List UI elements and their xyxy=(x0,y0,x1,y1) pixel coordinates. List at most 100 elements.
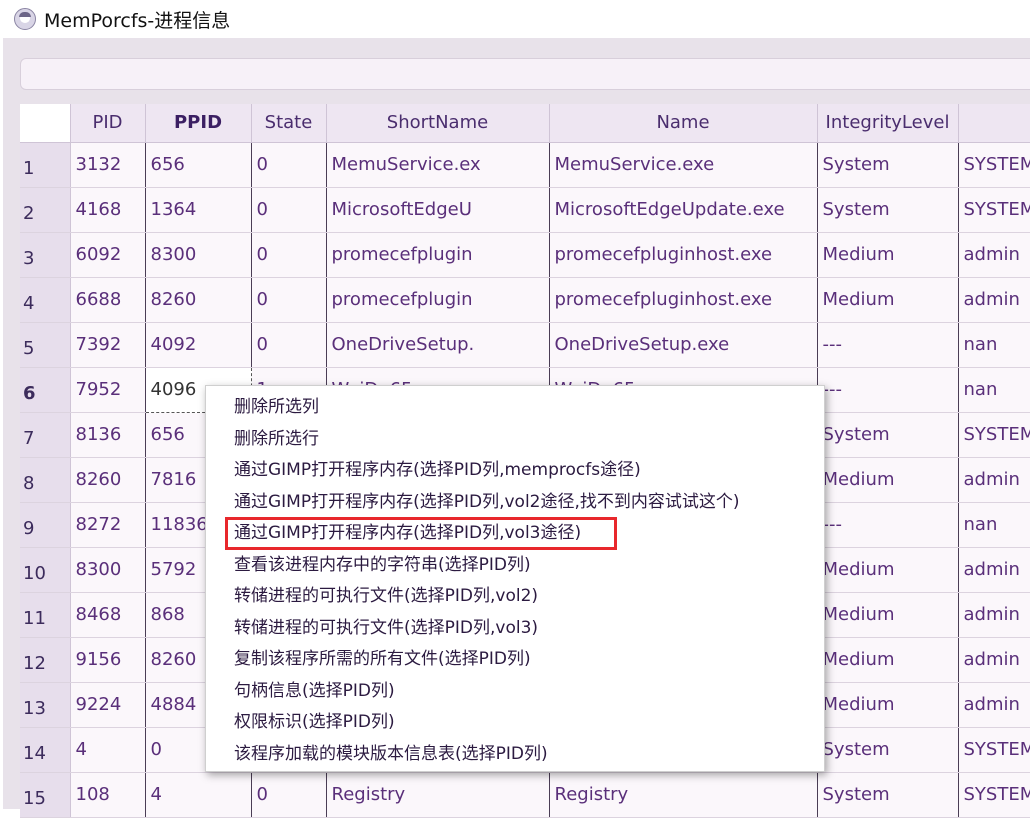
row-header[interactable]: 10 xyxy=(20,547,71,593)
column-header-integritylevel[interactable]: IntegrityLevel xyxy=(817,104,959,143)
cell-user[interactable]: nan xyxy=(958,322,1030,368)
context-menu-item[interactable]: 转储进程的可执行文件(选择PID列,vol3) xyxy=(206,613,824,645)
context-menu-item[interactable]: 通过GIMP打开程序内存(选择PID列,vol2途径,找不到内容试试这个) xyxy=(206,487,824,519)
filter-input[interactable] xyxy=(20,58,1030,90)
row-header[interactable]: 8 xyxy=(20,457,71,503)
cell-pid[interactable]: 8136 xyxy=(70,412,146,458)
cell-shortname[interactable]: Registry xyxy=(326,772,550,818)
cell-pid[interactable]: 3132 xyxy=(70,142,146,188)
cell-shortname[interactable]: MicrosoftEdgeU xyxy=(326,187,550,233)
cell-user[interactable]: admin xyxy=(958,547,1030,593)
column-header-ppid[interactable]: PPID xyxy=(145,104,252,143)
context-menu-item[interactable]: 复制该程序所需的所有文件(选择PID列) xyxy=(206,644,824,676)
cell-user[interactable]: admin xyxy=(958,277,1030,323)
cell-shortname[interactable]: MemuService.ex xyxy=(326,142,550,188)
cell-integrity[interactable]: System xyxy=(817,727,959,773)
cell-integrity[interactable]: Medium xyxy=(817,277,959,323)
cell-pid[interactable]: 108 xyxy=(70,772,146,818)
cell-pid[interactable]: 4168 xyxy=(70,187,146,233)
cell-user[interactable]: SYSTEM xyxy=(958,772,1030,818)
cell-name[interactable]: promecefpluginhost.exe xyxy=(549,232,818,278)
cell-integrity[interactable]: --- xyxy=(817,322,959,368)
cell-pid[interactable]: 9156 xyxy=(70,637,146,683)
cell-user[interactable]: SYSTEM xyxy=(958,142,1030,188)
row-header[interactable]: 15 xyxy=(20,772,71,818)
row-header[interactable]: 3 xyxy=(20,232,71,278)
cell-user[interactable]: SYSTEM xyxy=(958,412,1030,458)
table-row[interactable]: 3 6092 8300 0 promecefplugin promecefpluginho… xyxy=(20,232,1030,278)
cell-ppid[interactable]: 656 xyxy=(145,142,252,188)
cell-integrity[interactable]: Medium xyxy=(817,232,959,278)
cell-state[interactable]: 0 xyxy=(251,232,327,278)
cell-pid[interactable]: 8272 xyxy=(70,502,146,548)
row-header[interactable]: 1 xyxy=(20,142,71,188)
cell-name[interactable]: MicrosoftEdgeUpdate.exe xyxy=(549,187,818,233)
cell-ppid[interactable]: 8260 xyxy=(145,277,252,323)
cell-integrity[interactable]: System xyxy=(817,187,959,233)
context-menu-item[interactable]: 该程序加载的模块版本信息表(选择PID列) xyxy=(206,739,824,771)
column-header-user[interactable] xyxy=(958,104,1030,143)
cell-state[interactable]: 0 xyxy=(251,277,327,323)
cell-ppid[interactable]: 4092 xyxy=(145,322,252,368)
row-header[interactable]: 11 xyxy=(20,592,71,638)
cell-pid[interactable]: 6092 xyxy=(70,232,146,278)
context-menu-item[interactable]: 句柄信息(选择PID列) xyxy=(206,676,824,708)
cell-name[interactable]: promecefpluginhost.exe xyxy=(549,277,818,323)
cell-user[interactable]: nan xyxy=(958,502,1030,548)
cell-user[interactable]: admin xyxy=(958,637,1030,683)
cell-shortname[interactable]: promecefplugin xyxy=(326,232,550,278)
cell-user[interactable]: admin xyxy=(958,457,1030,503)
cell-shortname[interactable]: promecefplugin xyxy=(326,277,550,323)
cell-pid[interactable]: 7952 xyxy=(70,367,146,413)
cell-integrity[interactable]: System xyxy=(817,772,959,818)
cell-integrity[interactable]: --- xyxy=(817,502,959,548)
cell-pid[interactable]: 8260 xyxy=(70,457,146,503)
row-header[interactable]: 12 xyxy=(20,637,71,683)
cell-integrity[interactable]: --- xyxy=(817,367,959,413)
column-header-state[interactable]: State xyxy=(251,104,327,143)
row-header[interactable]: 4 xyxy=(20,277,71,323)
table-row[interactable]: 4 6688 8260 0 promecefplugin promecefpluginho… xyxy=(20,277,1030,323)
cell-pid[interactable]: 7392 xyxy=(70,322,146,368)
cell-ppid[interactable]: 1364 xyxy=(145,187,252,233)
context-menu-item[interactable]: 转储进程的可执行文件(选择PID列,vol2) xyxy=(206,581,824,613)
table-row[interactable]: 2 4168 1364 0 MicrosoftEdgeU MicrosoftEdgeUpd… xyxy=(20,187,1030,233)
cell-pid[interactable]: 4 xyxy=(70,727,146,773)
cell-pid[interactable]: 6688 xyxy=(70,277,146,323)
context-menu-item[interactable]: 通过GIMP打开程序内存(选择PID列,vol3途径) xyxy=(206,517,824,550)
cell-state[interactable]: 0 xyxy=(251,322,327,368)
row-header[interactable]: 5 xyxy=(20,322,71,368)
cell-pid[interactable]: 8300 xyxy=(70,547,146,593)
cell-integrity[interactable]: Medium xyxy=(817,682,959,728)
cell-ppid[interactable]: 4 xyxy=(145,772,252,818)
cell-ppid[interactable]: 8300 xyxy=(145,232,252,278)
cell-state[interactable]: 0 xyxy=(251,772,327,818)
row-header[interactable]: 7 xyxy=(20,412,71,458)
column-header-shortname[interactable]: ShortName xyxy=(326,104,550,143)
context-menu-item[interactable]: 删除所选列 xyxy=(206,392,824,424)
table-row[interactable]: 1 3132 656 0 MemuService.ex MemuService.exe Sy… xyxy=(20,142,1030,188)
context-menu-item[interactable]: 删除所选行 xyxy=(206,424,824,456)
column-header-pid[interactable]: PID xyxy=(70,104,146,143)
cell-integrity[interactable]: System xyxy=(817,412,959,458)
cell-pid[interactable]: 9224 xyxy=(70,682,146,728)
cell-name[interactable]: MemuService.exe xyxy=(549,142,818,188)
cell-user[interactable]: SYSTEM xyxy=(958,727,1030,773)
cell-integrity[interactable]: Medium xyxy=(817,547,959,593)
table-row[interactable]: 5 7392 4092 0 OneDriveSetup. OneDriveSetup.ex… xyxy=(20,322,1030,368)
cell-user[interactable]: admin xyxy=(958,232,1030,278)
row-header[interactable]: 2 xyxy=(20,187,71,233)
cell-integrity[interactable]: Medium xyxy=(817,457,959,503)
context-menu-item[interactable]: 权限标识(选择PID列) xyxy=(206,707,824,739)
cell-user[interactable]: admin xyxy=(958,592,1030,638)
row-header[interactable]: 9 xyxy=(20,502,71,548)
cell-integrity[interactable]: System xyxy=(817,142,959,188)
cell-integrity[interactable]: Medium xyxy=(817,637,959,683)
row-header[interactable]: 14 xyxy=(20,727,71,773)
row-header[interactable]: 13 xyxy=(20,682,71,728)
cell-name[interactable]: OneDriveSetup.exe xyxy=(549,322,818,368)
cell-state[interactable]: 0 xyxy=(251,142,327,188)
row-header[interactable]: 6 xyxy=(20,367,71,413)
cell-shortname[interactable]: OneDriveSetup. xyxy=(326,322,550,368)
cell-state[interactable]: 0 xyxy=(251,187,327,233)
